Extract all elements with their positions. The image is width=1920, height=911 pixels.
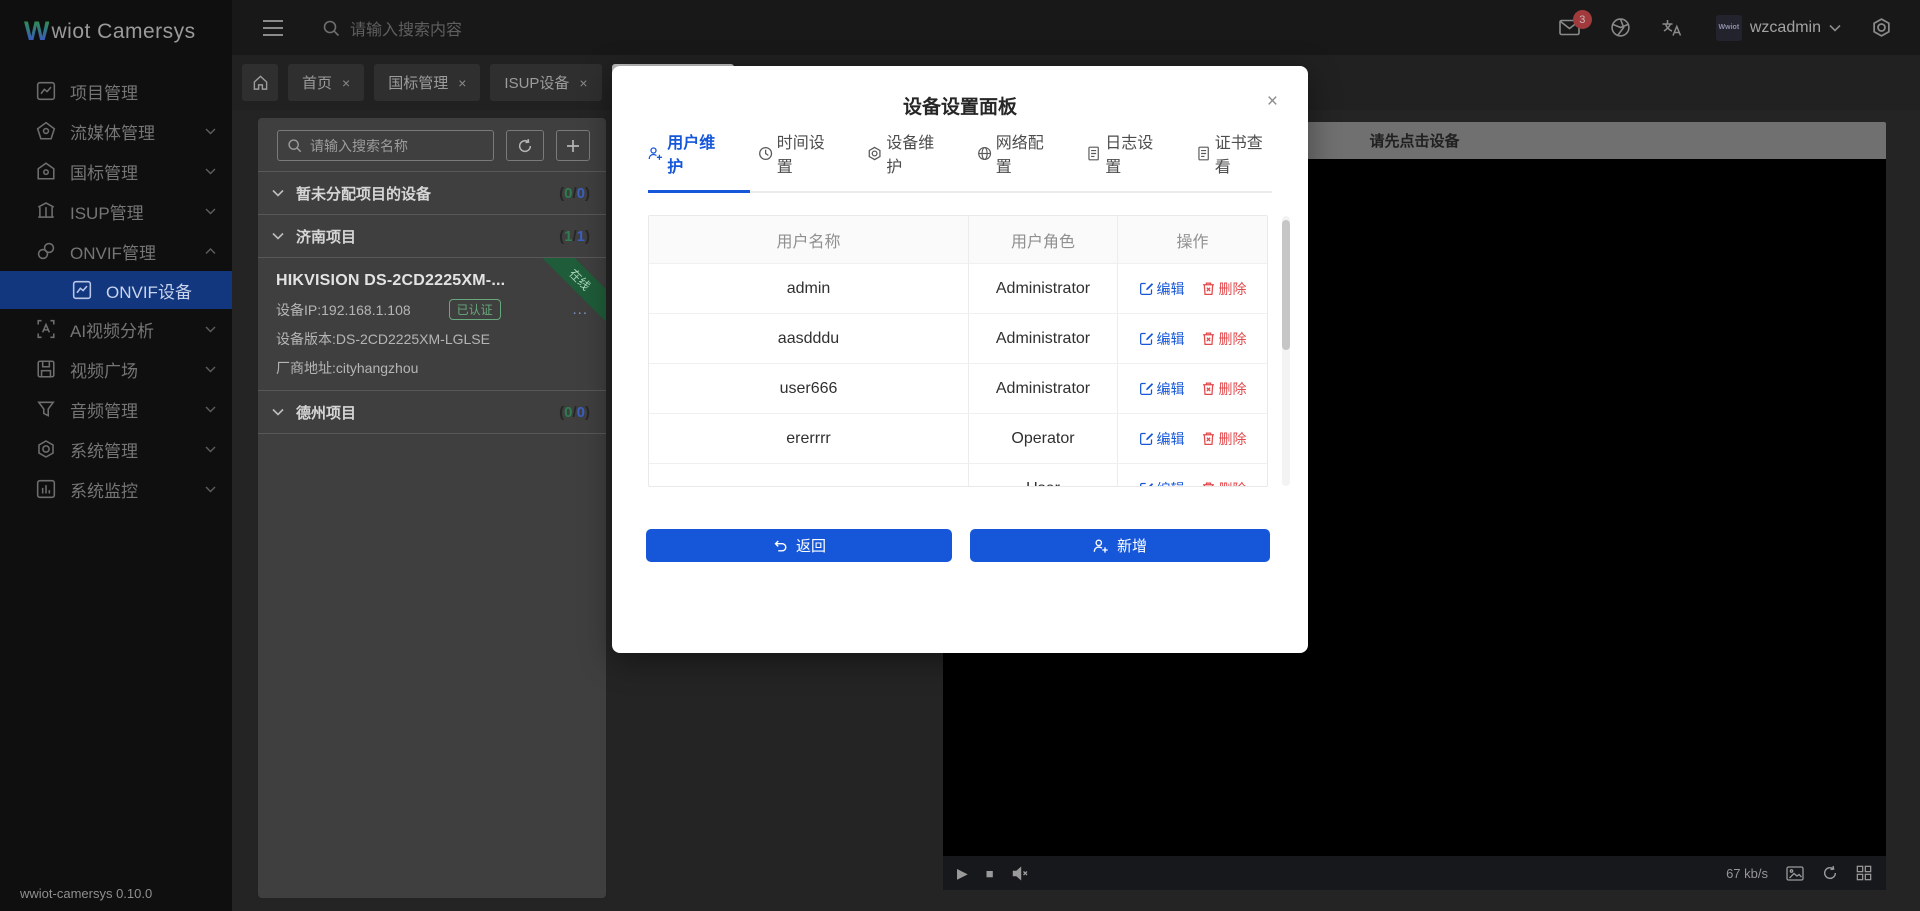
trash-icon (1201, 331, 1216, 346)
certificate-icon (1196, 145, 1211, 162)
col-header-username: 用户名称 (649, 216, 969, 264)
modal-title: 设备设置面板 (612, 66, 1308, 119)
document-icon (1086, 145, 1101, 162)
user-add-icon (648, 145, 663, 162)
scrollbar-thumb[interactable] (1282, 220, 1290, 350)
cell-username: user666 (649, 364, 969, 414)
modal-tabs: 用户维护 时间设置 设备维护 网络配置 日志设置 (648, 153, 1272, 193)
app-root: W wiot Camersys 项目管理 流媒体管理 国标管理 ISUP管理 (0, 0, 1920, 911)
tab-label: 用户维护 (667, 129, 724, 177)
cell-username: aasdddu (649, 314, 969, 364)
close-icon[interactable]: × (1267, 92, 1278, 111)
col-header-role: 用户角色 (969, 216, 1118, 264)
active-tab-underline (648, 190, 750, 193)
cell-username (649, 464, 969, 487)
user-table: 用户名称 用户角色 操作 admin Administrator 编辑 删除 a (648, 215, 1268, 487)
table-row: user666 Administrator 编辑 删除 (649, 364, 1267, 414)
globe-icon (977, 145, 992, 162)
tab-log-settings[interactable]: 日志设置 (1086, 129, 1163, 191)
cell-role: Administrator (969, 264, 1118, 314)
trash-icon (1201, 481, 1216, 487)
tab-label: 时间设置 (777, 129, 834, 177)
tab-certificate-view[interactable]: 证书查看 (1196, 129, 1273, 191)
cell-role: User (969, 464, 1118, 487)
trash-icon (1201, 431, 1216, 446)
trash-icon (1201, 281, 1216, 296)
cell-actions: 编辑 删除 (1118, 314, 1267, 364)
col-header-actions: 操作 (1118, 216, 1267, 264)
back-button-label: 返回 (796, 535, 826, 556)
modal-buttons: 返回 新增 (646, 529, 1276, 562)
cell-actions: 编辑 删除 (1118, 364, 1267, 414)
cell-role: Administrator (969, 314, 1118, 364)
add-button-label: 新增 (1117, 535, 1147, 556)
tab-label: 网络配置 (996, 129, 1053, 177)
gear-icon (867, 145, 882, 162)
cell-actions: 编辑 删除 (1118, 464, 1267, 487)
tab-user-maintenance[interactable]: 用户维护 (648, 129, 725, 191)
trash-icon (1201, 381, 1216, 396)
table-scrollbar (1282, 216, 1290, 486)
table-row: aasdddu Administrator 编辑 删除 (649, 314, 1267, 364)
back-button[interactable]: 返回 (646, 529, 952, 562)
cell-actions: 编辑 删除 (1118, 264, 1267, 314)
undo-icon (772, 538, 788, 553)
add-user-button[interactable]: 新增 (970, 529, 1270, 562)
delete-link[interactable]: 删除 (1201, 429, 1247, 449)
edit-link[interactable]: 编辑 (1139, 479, 1185, 488)
cell-role: Administrator (969, 364, 1118, 414)
edit-icon (1139, 331, 1154, 346)
user-add-icon (1093, 538, 1109, 554)
tab-label: 设备维护 (886, 129, 943, 177)
table-row: admin Administrator 编辑 删除 (649, 264, 1267, 314)
cell-username: admin (649, 264, 969, 314)
device-settings-modal: 设备设置面板 × 用户维护 时间设置 设备维护 网络配置 (612, 66, 1308, 653)
edit-link[interactable]: 编辑 (1139, 279, 1185, 299)
delete-link[interactable]: 删除 (1201, 479, 1247, 488)
edit-icon (1139, 381, 1154, 396)
delete-link[interactable]: 删除 (1201, 379, 1247, 399)
delete-link[interactable]: 删除 (1201, 329, 1247, 349)
delete-link[interactable]: 删除 (1201, 279, 1247, 299)
table-row: ererrrr Operator 编辑 删除 (649, 414, 1267, 464)
table-row: User 编辑 删除 (649, 464, 1267, 487)
user-table-wrap: 用户名称 用户角色 操作 admin Administrator 编辑 删除 a (648, 215, 1280, 487)
tab-time-settings[interactable]: 时间设置 (758, 129, 835, 191)
edit-icon (1139, 281, 1154, 296)
tab-label: 证书查看 (1215, 129, 1272, 177)
clock-icon (758, 145, 773, 162)
cell-role: Operator (969, 414, 1118, 464)
edit-link[interactable]: 编辑 (1139, 429, 1185, 449)
tab-device-maintenance[interactable]: 设备维护 (867, 129, 944, 191)
table-header-row: 用户名称 用户角色 操作 (649, 216, 1267, 264)
tab-network-config[interactable]: 网络配置 (977, 129, 1054, 191)
edit-link[interactable]: 编辑 (1139, 329, 1185, 349)
edit-link[interactable]: 编辑 (1139, 379, 1185, 399)
edit-icon (1139, 481, 1154, 487)
tab-label: 日志设置 (1105, 129, 1162, 177)
edit-icon (1139, 431, 1154, 446)
modal-layer: 设备设置面板 × 用户维护 时间设置 设备维护 网络配置 (0, 0, 1920, 911)
cell-actions: 编辑 删除 (1118, 414, 1267, 464)
cell-username: ererrrr (649, 414, 969, 464)
